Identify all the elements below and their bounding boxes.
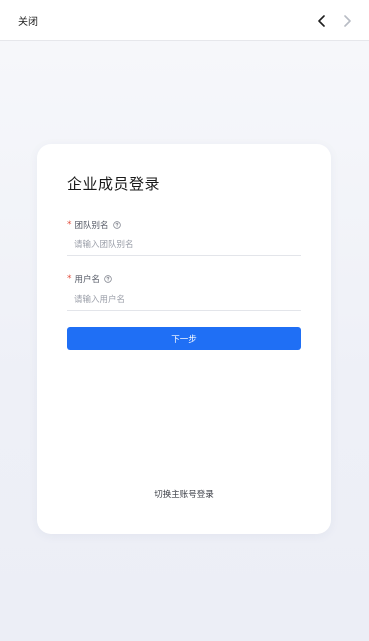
team-alias-label-row: * 团队别名: [67, 219, 121, 231]
team-alias-input[interactable]: [67, 234, 301, 256]
help-icon[interactable]: [112, 221, 121, 229]
team-alias-label: 团队别名: [74, 221, 109, 231]
next-button[interactable]: 下一步: [67, 327, 301, 350]
switch-main-account-link[interactable]: 切换主账号登录: [37, 488, 331, 500]
page-title: 企业成员登录: [67, 175, 161, 193]
chevron-right-icon: [344, 15, 351, 27]
top-bar: 关闭: [0, 0, 369, 41]
username-label: 用户名: [74, 275, 101, 285]
help-icon[interactable]: [104, 275, 112, 283]
chevron-left-icon: [318, 15, 325, 27]
username-input[interactable]: [67, 289, 301, 311]
back-button[interactable]: [313, 12, 331, 30]
close-button[interactable]: 关闭: [18, 13, 38, 28]
required-mark: *: [67, 220, 72, 230]
forward-button[interactable]: [338, 12, 356, 30]
login-card: 企业成员登录 * 团队别名 * 用户名 下一步 切换主账号登录: [37, 144, 331, 534]
username-label-row: * 用户名: [67, 273, 112, 285]
required-mark: *: [67, 274, 72, 284]
